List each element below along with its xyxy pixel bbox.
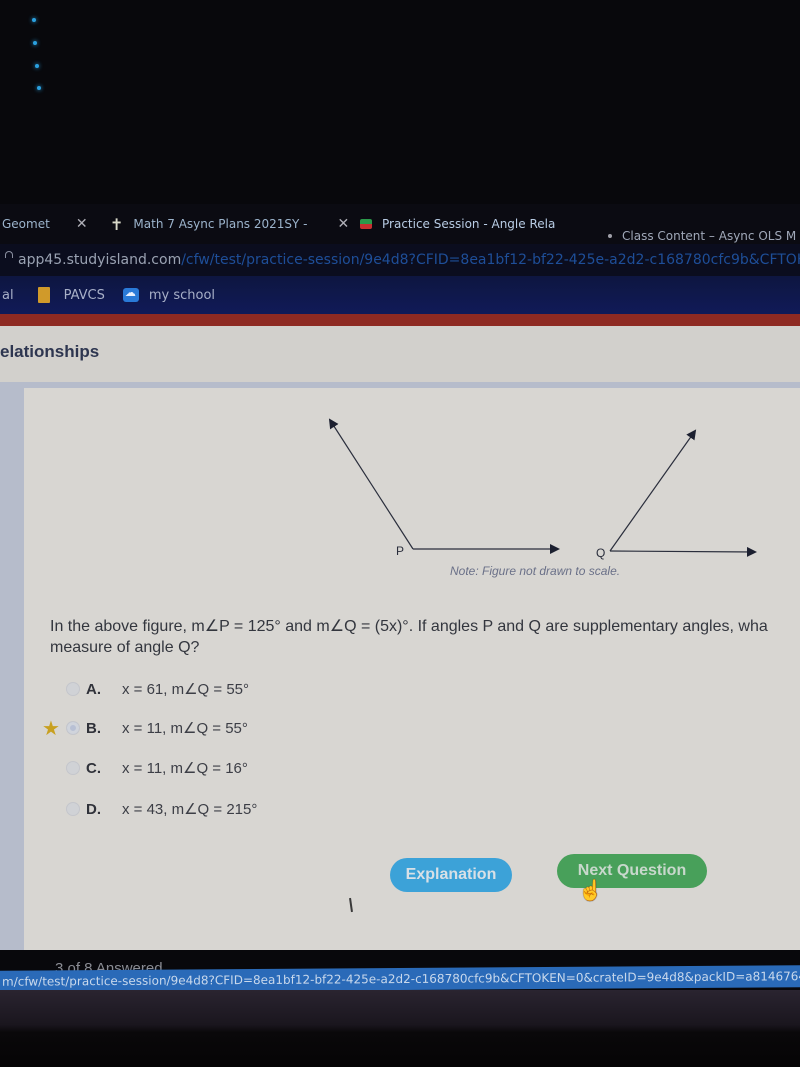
- choice-text: x = 61, m∠Q = 55°: [122, 681, 250, 698]
- dot-icon: [32, 18, 36, 22]
- choice-d[interactable]: D. x = 43, m∠Q = 215°: [40, 798, 257, 820]
- ray-q-right: [609, 546, 757, 557]
- practice-page: elationships P Q Note: Figure not drawn …: [0, 326, 800, 977]
- hand-pointer-cursor-icon: ☝: [578, 880, 603, 902]
- dot-icon: [37, 86, 41, 90]
- choice-c[interactable]: C. x = 11, m∠Q = 16°: [40, 757, 248, 779]
- question-line-2: measure of angle Q?: [50, 639, 200, 656]
- ray-q-upper: [609, 429, 697, 552]
- choice-letter: B.: [86, 719, 101, 737]
- radio-button[interactable]: [66, 761, 80, 775]
- explanation-button[interactable]: Explanation: [390, 858, 512, 892]
- studyisland-favicon: [360, 219, 372, 229]
- choice-letter: D.: [86, 800, 101, 818]
- tab-label: Class Content – Async OLS M: [622, 229, 797, 243]
- browser-tab-bar: Geomet ✕ ✝ Math 7 Async Plans 2021SY - ✕…: [0, 204, 800, 244]
- choice-letter: A.: [86, 680, 101, 698]
- radio-button[interactable]: [66, 802, 80, 816]
- dot-icon: [35, 64, 39, 68]
- site-header-bar: [0, 314, 800, 326]
- page-title: elationships: [0, 342, 100, 361]
- radio-button-selected[interactable]: [66, 721, 80, 735]
- angle-p-label: P: [396, 544, 404, 558]
- close-tab-icon[interactable]: ✕: [338, 216, 350, 232]
- choice-text: x = 11, m∠Q = 55°: [122, 720, 248, 737]
- question-line-1: In the above figure, m∠P = 125° and m∠Q …: [50, 618, 768, 635]
- angle-q-label: Q: [596, 546, 605, 560]
- figure-note: Note: Figure not drawn to scale.: [450, 564, 621, 578]
- address-bar[interactable]: app45.studyisland.com /cfw/test/practice…: [0, 244, 800, 276]
- choice-text: x = 11, m∠Q = 16°: [122, 760, 248, 777]
- ray-p-upper: [328, 418, 414, 550]
- radio-button[interactable]: [66, 682, 80, 696]
- star-icon: ★: [42, 717, 60, 740]
- choice-letter: C.: [86, 759, 101, 777]
- monitor-bezel: [0, 990, 800, 1067]
- bookmarks-bar: al PAVCS my school: [0, 276, 800, 314]
- tab-label: Math 7 Async Plans 2021SY -: [133, 217, 308, 231]
- bookmark-my-school[interactable]: my school: [122, 286, 216, 303]
- plus-cross-icon: ✝: [110, 214, 124, 234]
- dot-icon: [33, 41, 37, 45]
- tab-label: Geomet: [2, 217, 50, 231]
- angle-q: Q: [596, 429, 757, 560]
- tab-math7-plans[interactable]: ✝ Math 7 Async Plans 2021SY - ✕: [110, 212, 349, 236]
- choice-b[interactable]: ★ B. x = 11, m∠Q = 55°: [40, 717, 248, 740]
- angle-p: P: [328, 418, 560, 558]
- tab-label: Practice Session - Angle Rela: [382, 217, 556, 231]
- bookmark-label: PAVCS: [63, 287, 105, 303]
- bookmark-pavcs[interactable]: PAVCS: [37, 287, 105, 303]
- close-tab-icon[interactable]: ✕: [76, 216, 88, 232]
- tab-geometry[interactable]: Geomet ✕: [2, 212, 88, 236]
- link-status-bar: m/cfw/test/practice-session/9e4d8?CFID=8…: [0, 965, 800, 993]
- question-text: In the above figure, m∠P = 125° and m∠Q …: [50, 616, 800, 658]
- cloud-icon: [122, 286, 139, 302]
- url-path: /cfw/test/practice-session/9e4d8?CFID=8e…: [181, 252, 800, 268]
- bookmark-label: al: [2, 287, 14, 303]
- choice-text: x = 43, m∠Q = 215°: [122, 801, 258, 818]
- screen: Geomet ✕ ✝ Math 7 Async Plans 2021SY - ✕…: [0, 0, 800, 1067]
- bookmark-al[interactable]: al: [2, 288, 14, 303]
- folder-icon: [37, 287, 50, 303]
- dot-icon: [608, 234, 612, 238]
- url-host: app45.studyisland.com: [18, 252, 182, 268]
- bookmark-label: my school: [148, 287, 216, 303]
- tab-practice-session[interactable]: Practice Session - Angle Rela: [360, 212, 555, 236]
- choice-a[interactable]: A. x = 61, m∠Q = 55°: [40, 678, 249, 700]
